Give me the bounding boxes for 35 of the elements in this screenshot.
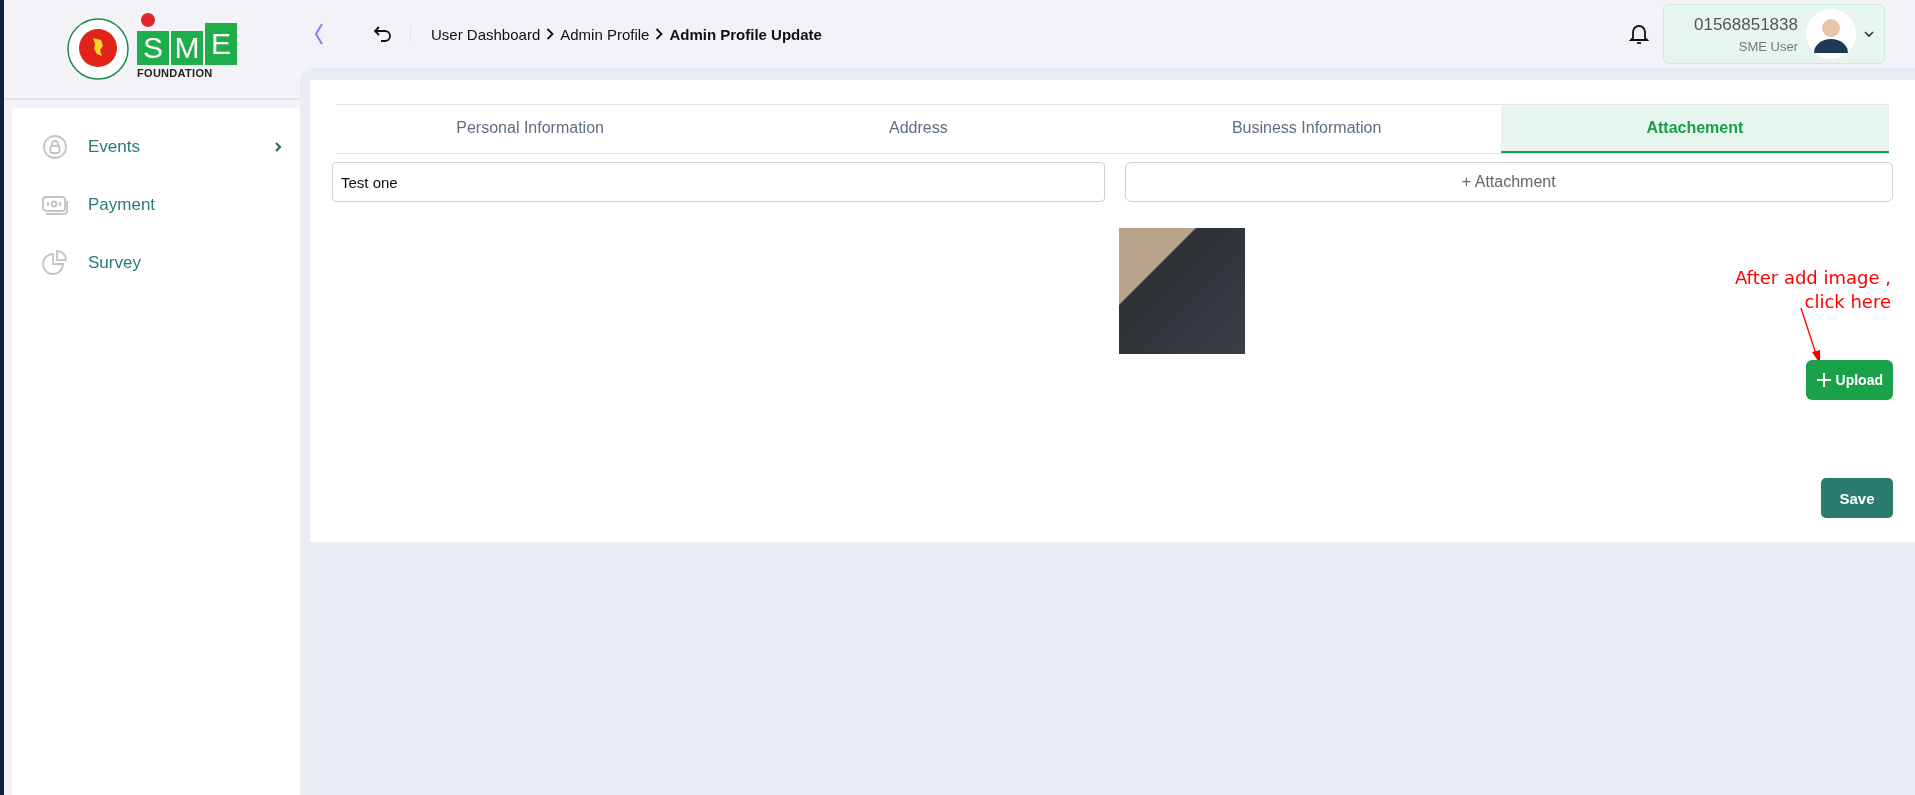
sidebar-item[interactable]: Events — [12, 118, 300, 176]
chevron-down-icon — [1864, 30, 1874, 38]
tab[interactable]: Attachement — [1500, 105, 1889, 153]
banknote-icon — [42, 194, 68, 216]
lock-icon — [42, 134, 68, 160]
logo-letter: E — [205, 23, 237, 65]
breadcrumb-item[interactable]: User Dashboard — [431, 25, 541, 43]
sidebar-item[interactable]: Payment — [12, 176, 300, 234]
logo-letter: M — [171, 31, 203, 65]
logo-caption: FOUNDATION — [137, 67, 213, 79]
bell-icon[interactable] — [1629, 23, 1649, 45]
logo-dot-icon — [141, 13, 155, 27]
avatar-icon — [1806, 9, 1856, 59]
emblem-icon — [67, 18, 129, 80]
upload-button[interactable]: Upload — [1805, 360, 1893, 400]
plus-icon — [1815, 372, 1832, 388]
chevron-right-icon — [655, 28, 664, 40]
back-icon[interactable] — [374, 26, 392, 42]
annotation-text: After add image , click here — [1734, 266, 1891, 314]
save-button[interactable]: Save — [1821, 478, 1893, 518]
logo-letter: S — [137, 31, 169, 65]
breadcrumb-item: Admin Profile Update — [669, 25, 822, 43]
pie-chart-icon — [42, 250, 68, 276]
chevron-right-icon — [546, 28, 555, 40]
user-menu[interactable]: 01568851838 SME User — [1663, 4, 1885, 64]
sidebar-item[interactable]: Survey — [12, 234, 300, 292]
tab[interactable]: Business Information — [1112, 105, 1501, 153]
add-attachment-button[interactable]: + Attachment — [1124, 162, 1893, 202]
tab[interactable]: Personal Information — [336, 105, 725, 153]
user-phone: 01568851838 — [1694, 14, 1798, 35]
user-role: SME User — [1738, 38, 1798, 54]
breadcrumb-item[interactable]: Admin Profile — [560, 25, 650, 43]
title-input-field[interactable]: Test one — [332, 162, 1105, 202]
collapse-icon[interactable] — [314, 23, 324, 45]
tab[interactable]: Address — [724, 105, 1113, 153]
